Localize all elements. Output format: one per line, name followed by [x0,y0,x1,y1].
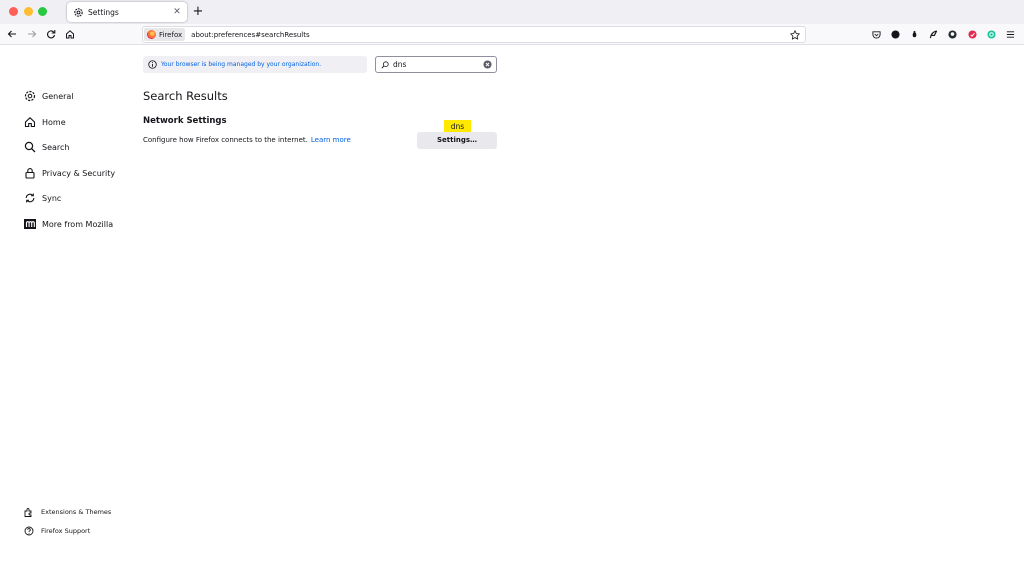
policy-notice[interactable]: Your browser is being managed by your or… [143,56,367,73]
new-tab-button[interactable]: + [192,5,204,19]
lock-icon [24,167,36,179]
sidebar-item-home[interactable]: Home [24,115,66,129]
sidebar-item-label: Firefox Support [41,527,91,535]
clear-search-icon[interactable] [483,60,492,69]
puzzle-icon [24,507,34,517]
sidebar-item-label: More from Mozilla [42,219,114,229]
hamburger-menu-icon[interactable] [1006,30,1015,39]
settings-search-input[interactable]: dns [375,56,497,73]
section-description: Configure how Firefox connects to the in… [143,136,351,144]
sidebar-item-general[interactable]: General [24,89,74,103]
search-value[interactable]: dns [393,60,483,69]
gear-icon [73,7,84,18]
home-icon [24,116,36,128]
forward-arrow-icon[interactable] [26,28,38,40]
zoom-window-button[interactable] [38,7,47,16]
policy-notice-text[interactable]: Your browser is being managed by your or… [161,61,321,68]
reload-icon[interactable] [45,28,57,40]
github-icon[interactable] [948,30,957,39]
search-icon [381,60,389,69]
back-arrow-icon[interactable] [6,28,18,40]
firefox-logo-icon [147,30,156,39]
tab-settings[interactable]: Settings ✕ [67,2,187,22]
sidebar-item-label: Search [42,142,70,152]
sidebar-item-label: Home [42,117,66,127]
extension-red-icon[interactable] [968,30,977,39]
gear-icon [24,90,36,102]
info-icon [148,60,157,69]
identity-label: Firefox [159,30,183,39]
description-text: Configure how Firefox connects to the in… [143,136,308,144]
mozilla-icon [24,218,36,230]
tab-title: Settings [88,7,119,17]
sidebar-item-sync[interactable]: Sync [24,191,61,205]
tab-strip: Settings ✕ + [0,0,1024,24]
help-icon [24,526,34,536]
tab-close-icon[interactable]: ✕ [171,6,183,18]
navigation-toolbar: Firefox about:preferences#searchResults [0,24,1024,45]
page-title: Search Results [143,89,228,103]
sidebar-item-privacy[interactable]: Privacy & Security [24,166,115,180]
sidebar-item-search[interactable]: Search [24,140,69,154]
identity-box[interactable]: Firefox [144,28,186,41]
sidebar-item-label: Sync [42,193,62,203]
close-window-button[interactable] [9,7,18,16]
extension-bug-icon[interactable] [910,30,919,39]
network-settings-button[interactable]: Settings… [417,132,497,149]
learn-more-link[interactable]: Learn more [311,136,351,144]
home-icon[interactable] [64,28,76,40]
url-bar[interactable]: Firefox about:preferences#searchResults [142,26,806,43]
magnifier-icon [24,141,36,153]
extension-dark-icon[interactable] [891,30,900,39]
sidebar-item-extensions-themes[interactable]: Extensions & Themes [24,506,111,518]
sidebar-item-more-from-mozilla[interactable]: More from Mozilla [24,217,113,231]
extension-feather-icon[interactable] [929,30,938,39]
grammarly-icon[interactable] [987,30,996,39]
sidebar-item-label: Privacy & Security [42,168,116,178]
sidebar-item-label: Extensions & Themes [41,508,112,516]
minimize-window-button[interactable] [24,7,33,16]
section-title: Network Settings [143,116,227,126]
bookmark-star-icon[interactable] [790,29,800,40]
sync-icon [24,192,36,204]
pocket-icon[interactable] [872,30,881,39]
url-text[interactable]: about:preferences#searchResults [191,31,790,39]
sidebar-item-label: General [42,91,74,101]
sidebar-item-firefox-support[interactable]: Firefox Support [24,525,90,537]
